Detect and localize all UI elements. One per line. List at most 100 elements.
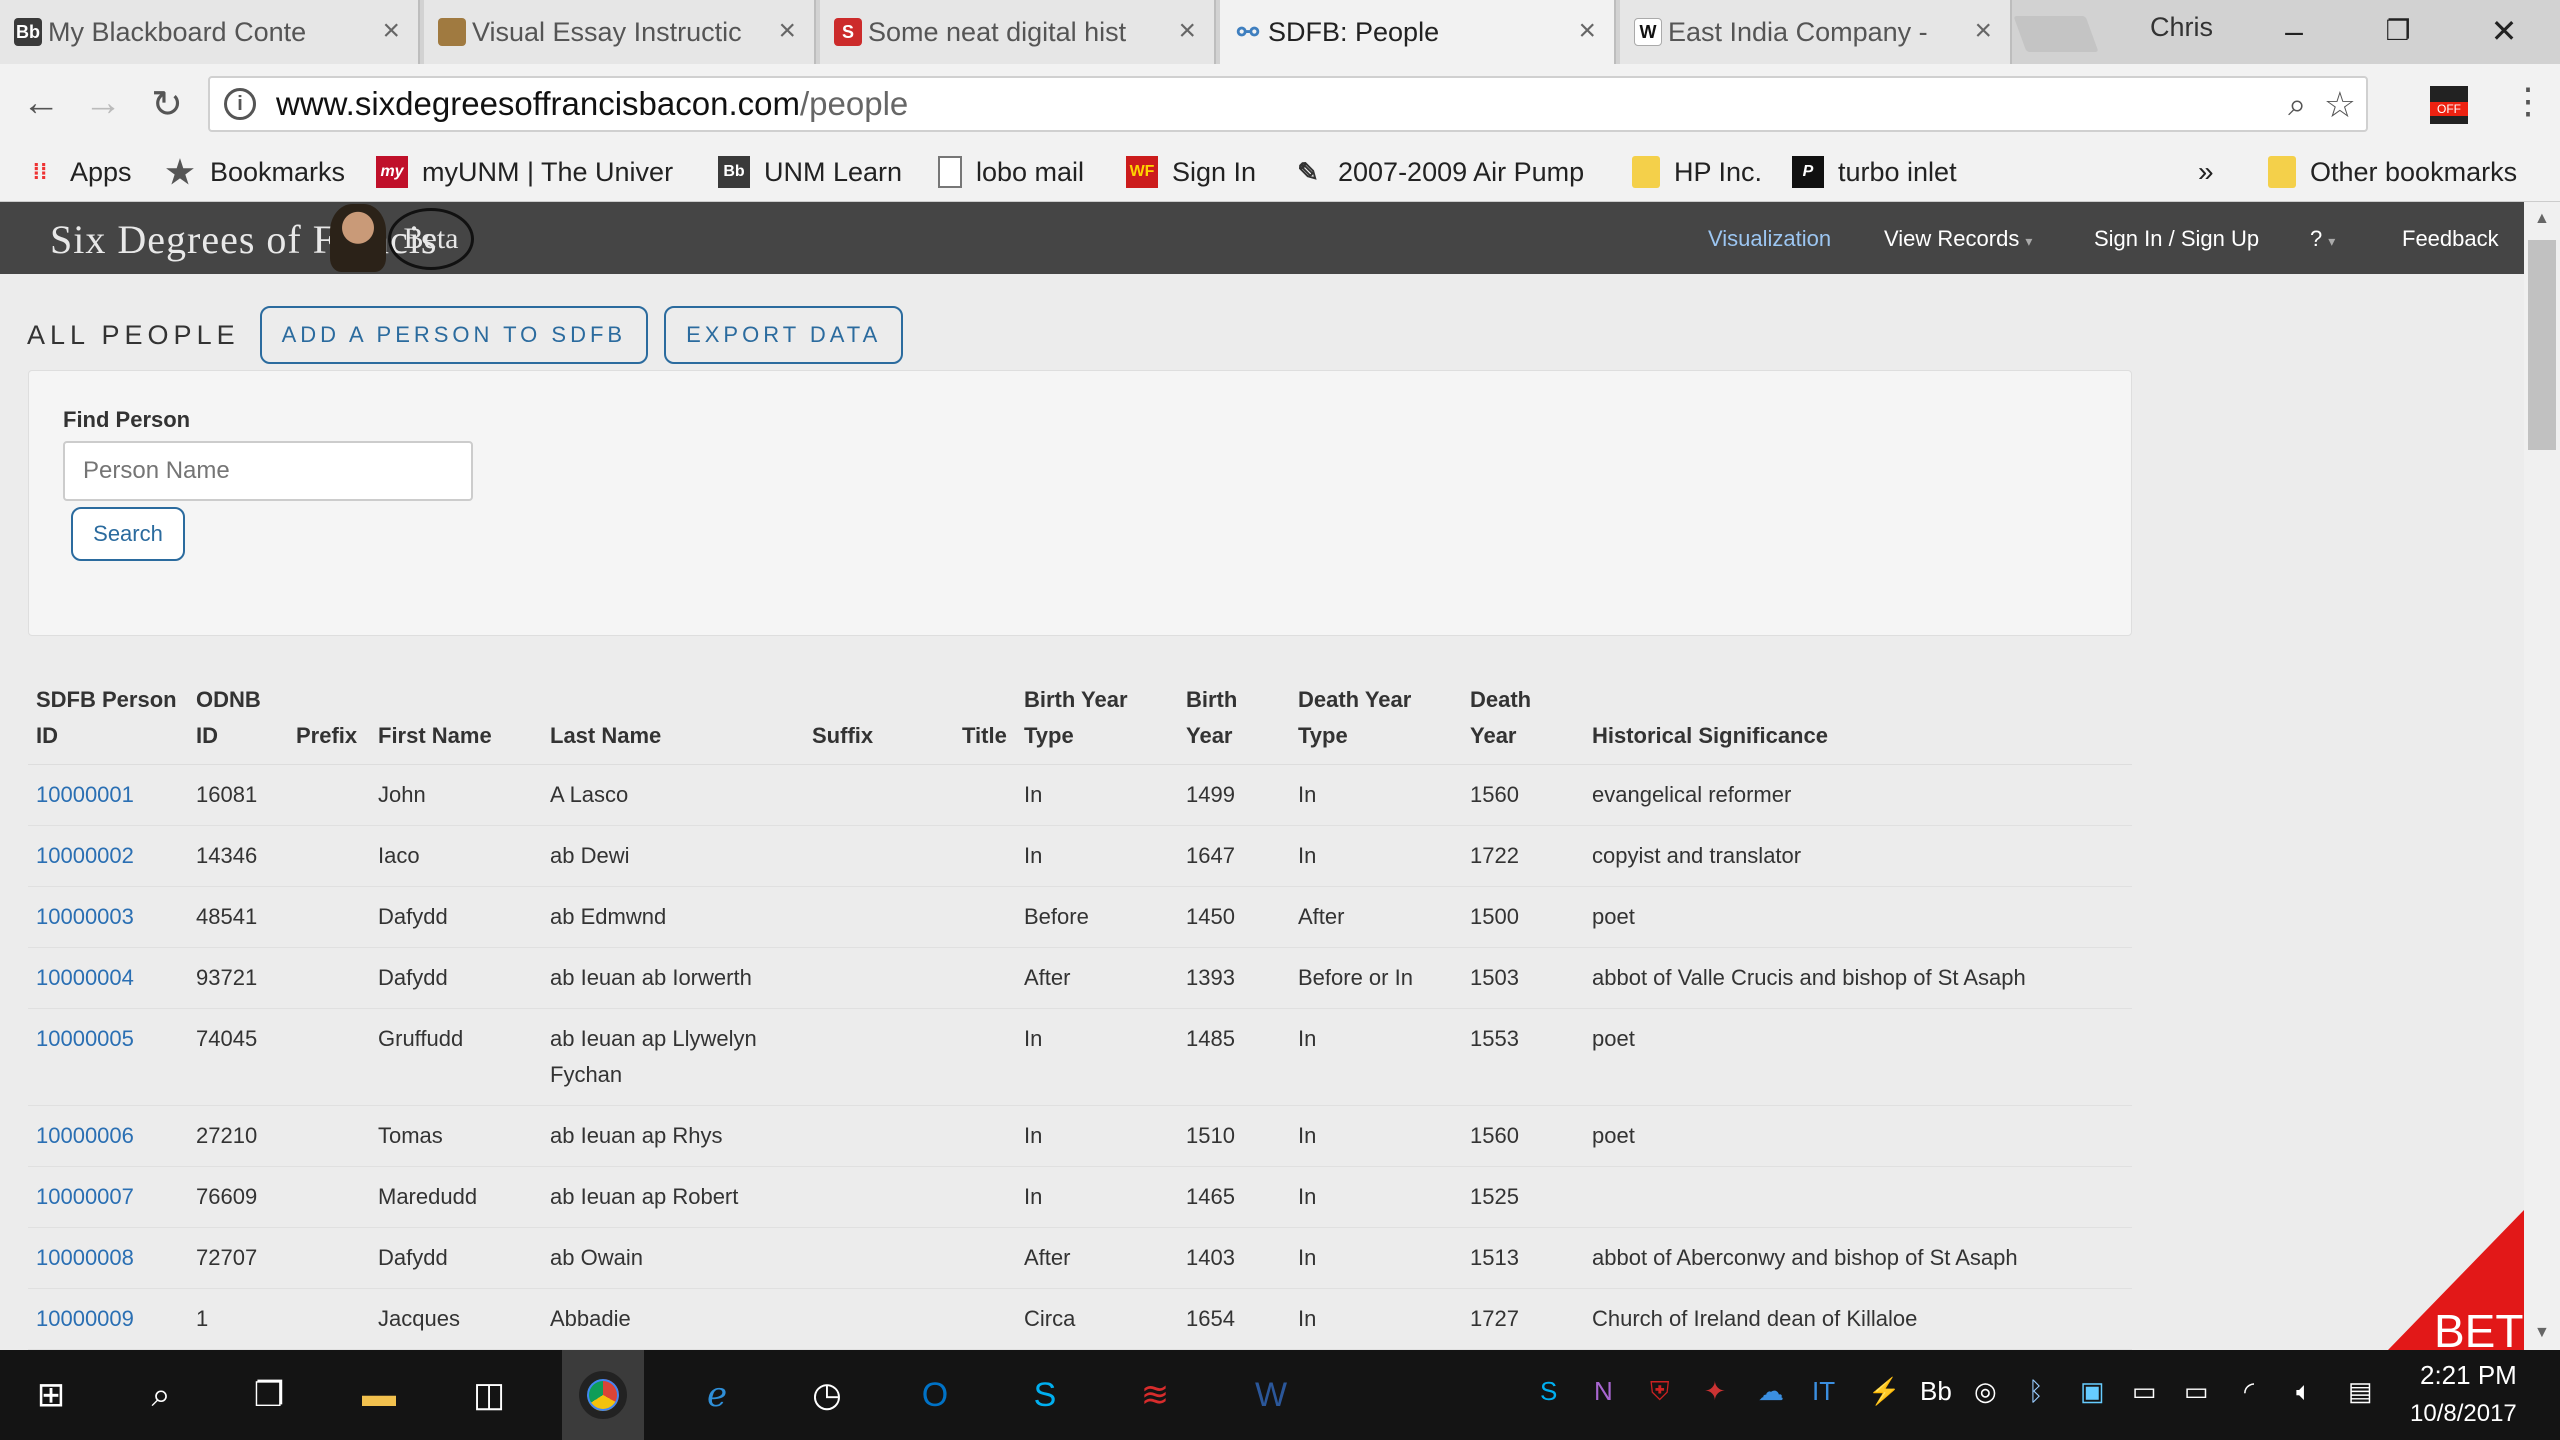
skype-tray-icon[interactable]: S [1540,1376,1557,1407]
add-person-button[interactable]: ADD A PERSON TO SDFB [259,306,649,364]
person-id-link[interactable]: 10000006 [28,1105,188,1167]
column-header[interactable]: Birth Year Type [1016,672,1178,765]
restore-icon[interactable]: ❐ [2368,6,2428,56]
search-icon[interactable]: ⌕ [134,1368,188,1422]
scroll-thumb[interactable] [2528,240,2556,450]
onedrive-icon[interactable]: ☁ [1758,1376,1784,1407]
nav-feedback[interactable]: Feedback [2402,226,2499,252]
column-header[interactable]: ODNB ID [188,672,288,765]
tray-app-icon[interactable]: ⚡ [1868,1376,1900,1407]
close-icon[interactable]: × [1178,14,1196,48]
battery-icon[interactable]: ▭ [2184,1376,2209,1407]
person-id-link[interactable]: 10000004 [28,947,188,1009]
task-view-icon[interactable]: ❐ [242,1368,296,1422]
tray-app-icon[interactable]: ▣ [2080,1376,2105,1407]
tab-visual-essay[interactable]: Visual Essay Instructic × [424,0,816,64]
windows-start-icon[interactable]: ⊞ [24,1368,78,1422]
word-icon[interactable]: W [1244,1368,1298,1422]
skype-icon[interactable]: S [1018,1368,1072,1422]
person-id-link[interactable]: 10000001 [28,764,188,826]
tray-app-icon[interactable]: ◎ [1974,1376,1997,1407]
bookmark-bookmarks[interactable]: ★ Bookmarks [164,152,345,192]
bookmark-star-icon[interactable]: ☆ [2324,84,2356,126]
onenote-tray-icon[interactable]: N [1594,1376,1613,1407]
bookmark-air-pump[interactable]: ✎ 2007-2009 Air Pump [1292,152,1602,192]
tab-sdfb-people[interactable]: ⚯ SDFB: People × [1220,0,1616,64]
bookmark-sign-in[interactable]: WF Sign In [1126,152,1256,192]
column-header[interactable]: Last Name [542,672,804,765]
alarm-icon[interactable]: ◷ [800,1368,854,1422]
bookmarks-overflow[interactable]: » [2198,152,2214,192]
store-icon[interactable]: ◫ [462,1368,516,1422]
column-header[interactable]: SDFB Person ID [28,672,188,765]
column-header[interactable]: Death Year Type [1290,672,1462,765]
close-icon[interactable]: × [1974,14,1992,48]
bookmark-apps[interactable]: ⁞⁞ Apps [24,152,132,192]
column-header[interactable]: Death Year [1462,672,1584,765]
column-header[interactable]: Birth Year [1178,672,1290,765]
column-header[interactable]: First Name [370,672,542,765]
bluetooth-icon[interactable]: ᛒ [2028,1376,2044,1407]
minimize-icon[interactable]: – [2264,6,2324,56]
volume-icon[interactable]: 🔈︎ [2296,1376,2312,1408]
tab-east-india-company[interactable]: W East India Company - × [1620,0,2012,64]
scroll-up-icon[interactable]: ▲ [2534,210,2550,228]
nav-view-records[interactable]: View Records ▾ [1884,226,2032,252]
window-close-icon[interactable]: ✕ [2474,6,2534,56]
back-arrow-icon[interactable]: ← [18,82,64,125]
tray-app-icon[interactable]: ▭ [2132,1376,2157,1407]
close-icon[interactable]: × [1578,14,1596,48]
wifi-icon[interactable]: ◜ [2244,1376,2254,1407]
tray-app-icon[interactable]: Bb [1920,1376,1952,1407]
person-name-input[interactable] [63,441,473,501]
column-header[interactable]: Suffix [804,672,954,765]
nav-sign-in[interactable]: Sign In / Sign Up [2094,226,2259,252]
column-header[interactable]: Prefix [288,672,370,765]
column-header[interactable]: Title [954,672,1016,765]
beta-badge[interactable]: BET [2388,1210,2524,1350]
column-header[interactable]: Historical Significance [1584,672,2132,765]
tray-app-icon[interactable]: ✦ [1704,1376,1726,1407]
url-bar[interactable]: i www.sixdegreesoffrancisbacon.com/peopl… [208,76,2368,132]
bookmark-turbo-inlet[interactable]: P turbo inlet [1792,152,1957,192]
clock-date[interactable]: 10/8/2017 [2410,1400,2517,1428]
close-icon[interactable]: × [382,14,400,48]
menu-icon[interactable]: ⋮ [2510,80,2546,122]
bookmark-myunm[interactable]: my myUNM | The Univer [376,152,696,192]
person-id-link[interactable]: 10000008 [28,1227,188,1289]
person-id-link[interactable]: 10000005 [28,1008,188,1106]
close-icon[interactable]: × [778,14,796,48]
export-data-button[interactable]: EXPORT DATA [664,306,904,364]
bookmark-unm-learn[interactable]: Bb UNM Learn [718,152,902,192]
extension-icon[interactable]: OFF [2430,86,2468,124]
tab-digital-history[interactable]: S Some neat digital hist × [820,0,1216,64]
nav-help[interactable]: ? ▾ [2310,226,2335,252]
person-id-link[interactable]: 10000003 [28,886,188,948]
page-scrollbar[interactable]: ▲ ▼ [2524,202,2560,1350]
profile-name[interactable]: Chris [2150,12,2213,43]
reload-icon[interactable]: ↻ [144,82,190,127]
bookmark-hp[interactable]: HP Inc. [1632,152,1762,192]
clock-time[interactable]: 2:21 PM [2420,1360,2517,1391]
bookmark-lobo-mail[interactable]: lobo mail [938,152,1084,192]
info-icon[interactable]: i [224,88,256,120]
mcafee-tray-icon[interactable]: ⛨ [1650,1376,1670,1408]
tab-blackboard[interactable]: Bb My Blackboard Conte × [0,0,420,64]
internet-explorer-icon[interactable]: ℯ [690,1368,744,1422]
outlook-icon[interactable]: O [908,1368,962,1422]
database-icon[interactable]: ≋ [1128,1368,1182,1422]
chrome-icon[interactable] [562,1350,644,1440]
it-tray-icon[interactable]: IT [1812,1376,1835,1407]
new-tab-button[interactable] [2013,16,2099,52]
scroll-down-icon[interactable]: ▼ [2534,1324,2550,1342]
notification-icon[interactable]: ▤ [2348,1376,2373,1407]
search-button[interactable]: Search [71,507,185,561]
forward-arrow-icon[interactable]: → [80,82,126,125]
person-id-link[interactable]: 10000007 [28,1166,188,1228]
bookmark-other[interactable]: Other bookmarks [2268,152,2517,192]
person-id-link[interactable]: 10000002 [28,825,188,887]
nav-visualization[interactable]: Visualization [1708,226,1831,252]
file-explorer-icon[interactable]: ▬ [352,1368,406,1422]
person-id-link[interactable]: 10000009 [28,1288,188,1350]
zoom-icon[interactable]: ⌕ [2288,86,2306,124]
